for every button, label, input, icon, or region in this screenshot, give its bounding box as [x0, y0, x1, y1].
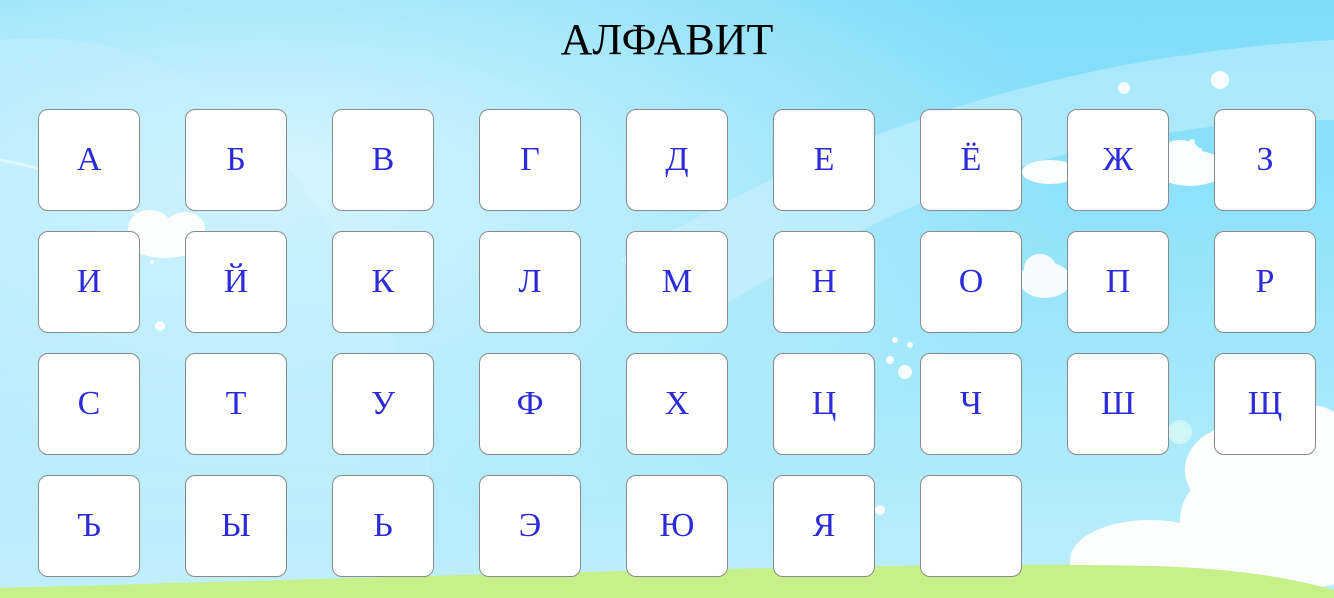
- letter-tile-er[interactable]: Р: [1214, 231, 1316, 333]
- letter-tile-i[interactable]: И: [38, 231, 140, 333]
- letter-tile-e[interactable]: Э: [479, 475, 581, 577]
- letter-tile-zhe[interactable]: Ж: [1067, 109, 1169, 211]
- letter-tile-shcha[interactable]: Щ: [1214, 353, 1316, 455]
- letter-tile-yu[interactable]: Ю: [626, 475, 728, 577]
- letter-tile-ef[interactable]: Ф: [479, 353, 581, 455]
- letter-tile-soft-sign[interactable]: Ь: [332, 475, 434, 577]
- letter-tile-hard-sign[interactable]: Ъ: [38, 475, 140, 577]
- alphabet-grid: А Б В Г Д Е Ё Ж З И Й К Л М Н О П Р С Т …: [38, 109, 1316, 577]
- letter-tile-ye[interactable]: Е: [773, 109, 875, 211]
- letter-tile-tse[interactable]: Ц: [773, 353, 875, 455]
- letter-tile-u[interactable]: У: [332, 353, 434, 455]
- page-title: АЛФАВИТ: [560, 15, 774, 64]
- letter-tile-en[interactable]: Н: [773, 231, 875, 333]
- letter-tile-el[interactable]: Л: [479, 231, 581, 333]
- letter-tile-a[interactable]: А: [38, 109, 140, 211]
- letter-tile-short-i[interactable]: Й: [185, 231, 287, 333]
- letter-tile-pe[interactable]: П: [1067, 231, 1169, 333]
- empty-tile[interactable]: [920, 475, 1022, 577]
- letter-tile-be[interactable]: Б: [185, 109, 287, 211]
- letter-tile-yery[interactable]: Ы: [185, 475, 287, 577]
- letter-tile-ka[interactable]: К: [332, 231, 434, 333]
- letter-tile-sha[interactable]: Ш: [1067, 353, 1169, 455]
- letter-tile-ve[interactable]: В: [332, 109, 434, 211]
- letter-tile-ze[interactable]: З: [1214, 109, 1316, 211]
- letter-tile-de[interactable]: Д: [626, 109, 728, 211]
- letter-tile-es[interactable]: С: [38, 353, 140, 455]
- letter-tile-che[interactable]: Ч: [920, 353, 1022, 455]
- letter-tile-ge[interactable]: Г: [479, 109, 581, 211]
- letter-tile-em[interactable]: М: [626, 231, 728, 333]
- letter-tile-ya[interactable]: Я: [773, 475, 875, 577]
- letter-tile-kha[interactable]: Х: [626, 353, 728, 455]
- letter-tile-te[interactable]: Т: [185, 353, 287, 455]
- letter-tile-o[interactable]: О: [920, 231, 1022, 333]
- letter-tile-yo[interactable]: Ё: [920, 109, 1022, 211]
